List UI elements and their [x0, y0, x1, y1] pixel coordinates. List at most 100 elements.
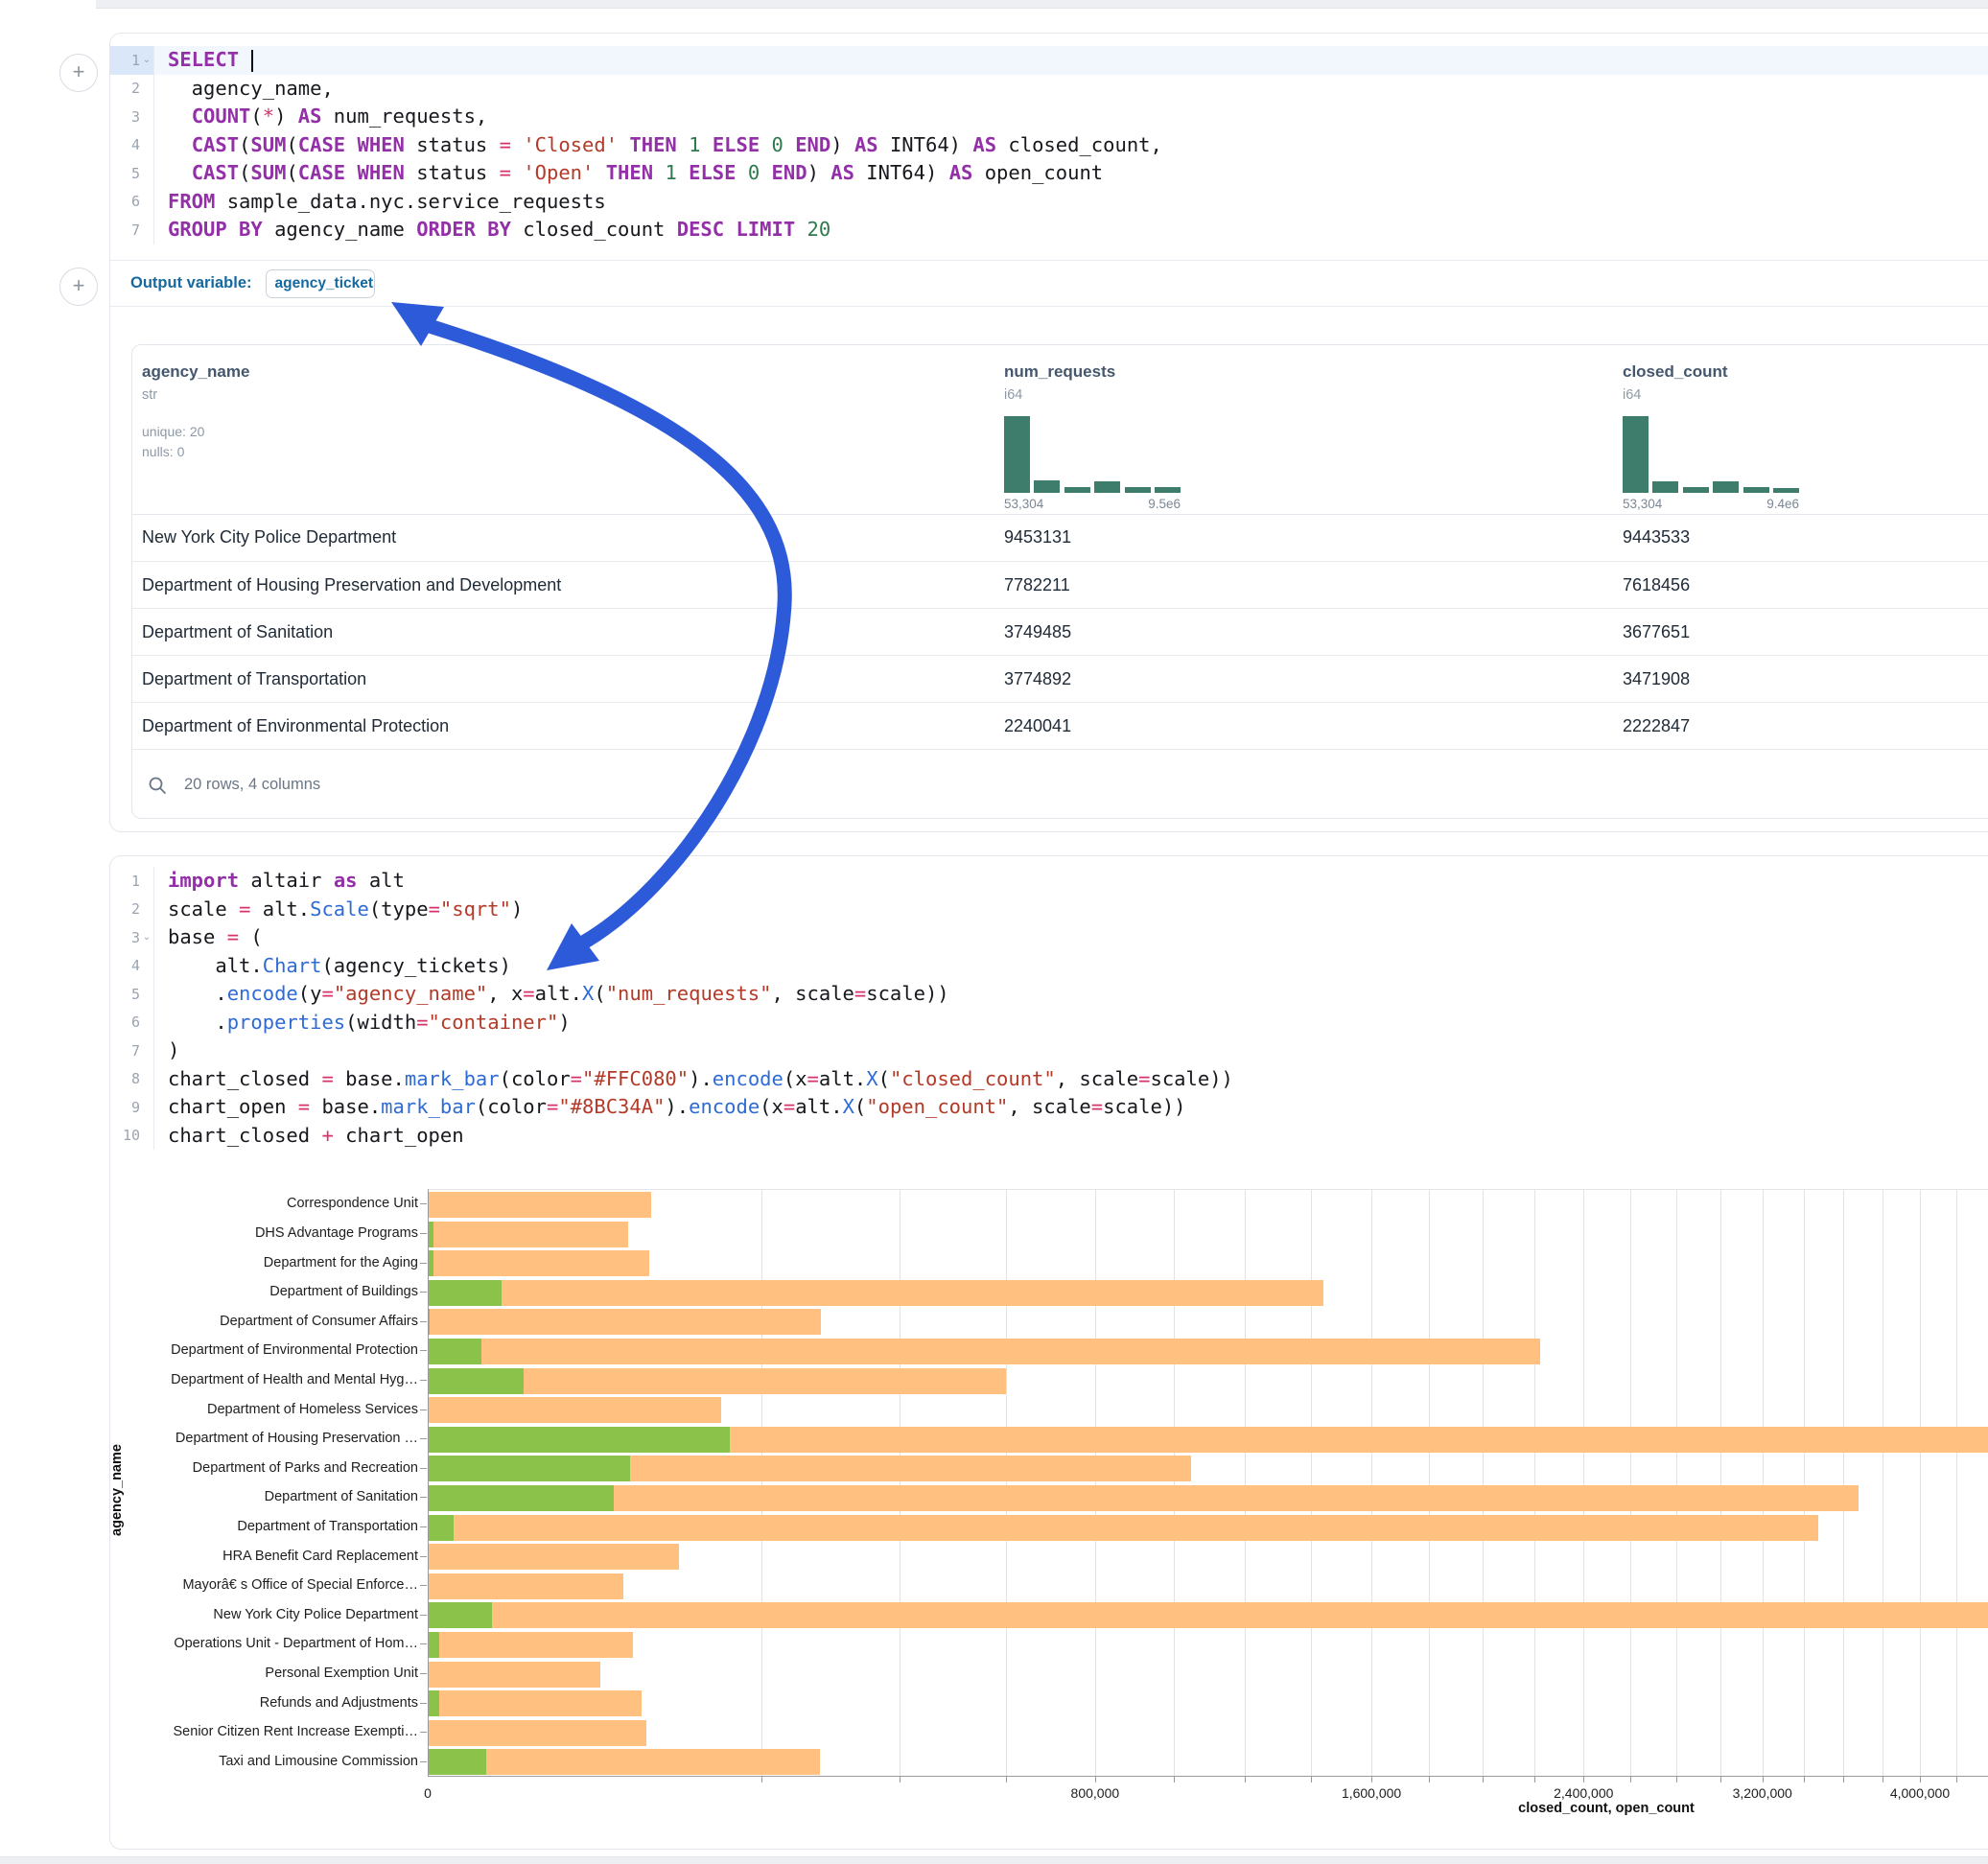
table-cell: Department of Housing Preservation and D…: [142, 562, 561, 609]
code-text: ): [154, 1037, 179, 1065]
table-cell: 9453131: [1004, 514, 1071, 561]
table-cell: 3774892: [1004, 656, 1071, 703]
code-text: CAST(SUM(CASE WHEN status = 'Closed' THE…: [154, 131, 1162, 160]
code-text: alt.Chart(agency_tickets): [154, 952, 511, 981]
previous-cell-edge: [96, 0, 1988, 9]
line-number-gutter: 8: [110, 1065, 154, 1094]
notebook-page: + + 1⌄SELECT 2 agency_name,3 COUNT(*) AS…: [0, 0, 1988, 1864]
code-text: CAST(SUM(CASE WHEN status = 'Open' THEN …: [154, 159, 1103, 188]
table-cell: Department of Sanitation: [142, 609, 333, 656]
table-row: Department of Housing Preservation and D…: [132, 561, 1988, 609]
code-text: scale = alt.Scale(type="sqrt"): [154, 896, 523, 924]
line-number-gutter: 7: [110, 1037, 154, 1065]
line-number-gutter: 5: [110, 159, 154, 188]
table-cell: 3749485: [1004, 609, 1071, 656]
code-line[interactable]: 3⌄base = (: [110, 923, 1988, 952]
result-table: agency_namestr unique: 20 nulls: 0 num_requ…: [131, 344, 1988, 819]
sql-code-editor[interactable]: 1⌄SELECT 2 agency_name,3 COUNT(*) AS num…: [110, 46, 1988, 245]
output-variable-input[interactable]: agency_tickets: [266, 269, 375, 298]
column-name: agency_name: [142, 362, 249, 382]
line-number-gutter: 1: [110, 867, 154, 896]
table-cell: 9443533: [1623, 514, 1690, 561]
code-line[interactable]: 7GROUP BY agency_name ORDER BY closed_co…: [110, 216, 1988, 245]
code-line[interactable]: 5 .encode(y="agency_name", x=alt.X("num_…: [110, 980, 1988, 1009]
column-type: i64: [1623, 387, 1799, 403]
table-cell: 3471908: [1623, 656, 1690, 703]
line-number-gutter: 6: [110, 1009, 154, 1037]
table-cell: Department of Transportation: [142, 656, 366, 703]
table-cell: New York City Police Department: [142, 514, 396, 561]
result-table-footer: 20 rows, 4 columns: [132, 749, 1988, 820]
line-number-gutter: 4: [110, 131, 154, 160]
column-name: closed_count: [1623, 362, 1799, 382]
table-cell: 7782211: [1004, 562, 1070, 609]
table-cell: Department of Environmental Protection: [142, 703, 449, 750]
collapse-chevron-icon[interactable]: ⌄: [140, 932, 153, 943]
output-variable-row: Output variable: agency_tickets: [110, 260, 1988, 307]
code-line[interactable]: 2 agency_name,: [110, 75, 1988, 104]
line-number-gutter: 7: [110, 216, 154, 245]
line-number-gutter: 6: [110, 188, 154, 217]
result-table-header: agency_namestr unique: 20 nulls: 0 num_requ…: [132, 345, 1988, 515]
column-stat: unique: 20: [142, 424, 249, 439]
text-cursor: [251, 50, 253, 72]
histogram-range-labels: 53,3049.5e6: [1004, 497, 1181, 511]
code-text: agency_name,: [154, 75, 334, 104]
line-number-gutter: 3⌄: [110, 923, 154, 952]
code-line[interactable]: 10chart_closed + chart_open: [110, 1122, 1988, 1151]
code-line[interactable]: 1⌄SELECT: [110, 46, 1988, 75]
column-name: num_requests: [1004, 362, 1181, 382]
code-line[interactable]: 9chart_open = base.mark_bar(color="#8BC3…: [110, 1093, 1988, 1122]
line-number-gutter: 5: [110, 980, 154, 1009]
column-stat: nulls: 0: [142, 444, 249, 459]
search-icon[interactable]: [148, 776, 167, 795]
column-header-agency_name[interactable]: agency_namestr unique: 20 nulls: 0: [142, 362, 249, 459]
line-number-gutter: 4: [110, 952, 154, 981]
code-text: SELECT: [154, 46, 253, 75]
line-number-gutter: 9: [110, 1093, 154, 1122]
code-text: .encode(y="agency_name", x=alt.X("num_re…: [154, 980, 949, 1009]
code-text: chart_closed = base.mark_bar(color="#FFC…: [154, 1065, 1233, 1094]
table-cell: 7618456: [1623, 562, 1690, 609]
column-histogram: [1623, 414, 1799, 493]
next-cell-edge: [0, 1856, 1988, 1864]
python-cell: 1import altair as alt2scale = alt.Scale(…: [109, 855, 1988, 1850]
code-line[interactable]: 4 CAST(SUM(CASE WHEN status = 'Closed' T…: [110, 131, 1988, 160]
code-text: chart_open = base.mark_bar(color="#8BC34…: [154, 1093, 1186, 1122]
line-number-gutter: 2: [110, 896, 154, 924]
histogram-range-labels: 53,3049.4e6: [1623, 497, 1799, 511]
code-text: FROM sample_data.nyc.service_requests: [154, 188, 606, 217]
collapse-chevron-icon[interactable]: ⌄: [140, 55, 153, 65]
code-line[interactable]: 6FROM sample_data.nyc.service_requests: [110, 188, 1988, 217]
code-line[interactable]: 6 .properties(width="container"): [110, 1009, 1988, 1037]
table-cell: 3677651: [1623, 609, 1690, 656]
code-line[interactable]: 1import altair as alt: [110, 867, 1988, 896]
code-line[interactable]: 7): [110, 1037, 1988, 1065]
line-number-gutter: 10: [110, 1122, 154, 1151]
table-cell: 2240041: [1004, 703, 1071, 750]
code-line[interactable]: 2scale = alt.Scale(type="sqrt"): [110, 896, 1988, 924]
code-text: chart_closed + chart_open: [154, 1122, 464, 1151]
code-line[interactable]: 8chart_closed = base.mark_bar(color="#FF…: [110, 1065, 1988, 1094]
code-line[interactable]: 4 alt.Chart(agency_tickets): [110, 952, 1988, 981]
column-type: i64: [1004, 387, 1181, 403]
add-cell-button[interactable]: +: [59, 268, 98, 306]
table-row: Department of Transportation 3774892 34719…: [132, 655, 1988, 703]
line-number-gutter: 1⌄: [110, 46, 154, 75]
column-type: str: [142, 387, 249, 403]
column-header-closed_count[interactable]: closed_count i64 53,3049.4e6: [1623, 362, 1799, 511]
python-code-editor[interactable]: 1import altair as alt2scale = alt.Scale(…: [110, 867, 1988, 1150]
table-row: New York City Police Department 9453131 94…: [132, 514, 1988, 561]
table-cell: 2222847: [1623, 703, 1690, 750]
code-text: COUNT(*) AS num_requests,: [154, 103, 487, 131]
line-number-gutter: 3: [110, 103, 154, 131]
code-text: GROUP BY agency_name ORDER BY closed_cou…: [154, 216, 830, 245]
table-row: Department of Sanitation 3749485 3677651: [132, 608, 1988, 656]
add-cell-button[interactable]: +: [59, 54, 98, 92]
code-line[interactable]: 5 CAST(SUM(CASE WHEN status = 'Open' THE…: [110, 159, 1988, 188]
column-histogram: [1004, 414, 1181, 493]
code-text: base = (: [154, 923, 263, 952]
column-header-num_requests[interactable]: num_requests i64 53,3049.5e6: [1004, 362, 1181, 511]
code-line[interactable]: 3 COUNT(*) AS num_requests,: [110, 103, 1988, 131]
output-variable-label: Output variable:: [130, 274, 252, 292]
